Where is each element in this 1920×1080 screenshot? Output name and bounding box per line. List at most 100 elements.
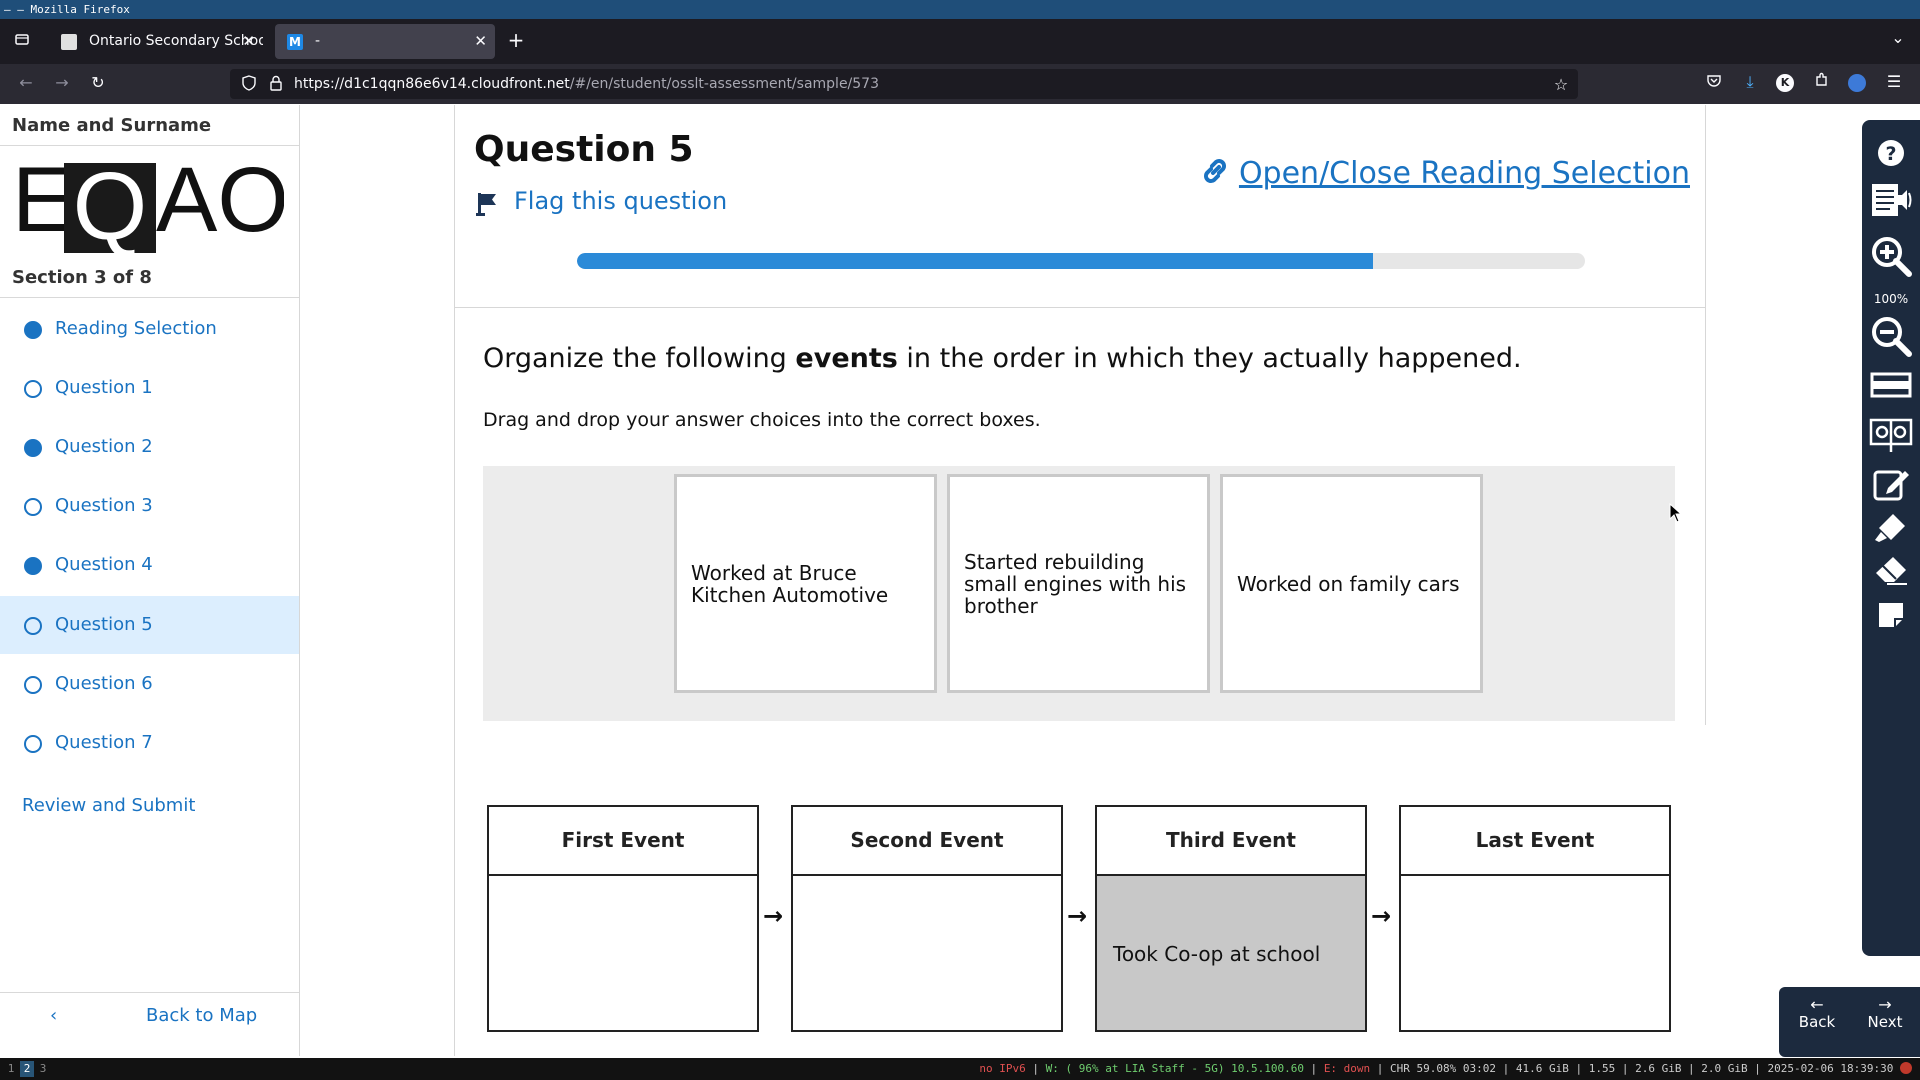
text-to-speech-icon[interactable]: [1862, 180, 1920, 222]
sticky-note-icon[interactable]: [1862, 600, 1920, 634]
answer-choice[interactable]: Worked at Bruce Kitchen Automotive: [674, 474, 937, 693]
section-label: Section 3 of 8: [12, 267, 152, 288]
tools-panel: ? 100%: [1862, 120, 1920, 956]
highlighter-icon[interactable]: [1862, 510, 1920, 548]
account-icon[interactable]: [1848, 74, 1866, 92]
url-text[interactable]: https://d1c1qqn86e6v14.cloudfront.net/#/…: [294, 69, 879, 99]
nav-item-label: Question 3: [55, 495, 153, 516]
mouse-cursor-icon: [1669, 502, 1683, 527]
open-close-reading-selection-link[interactable]: Open/Close Reading Selection: [1199, 155, 1690, 191]
back-button[interactable]: ← Back: [1787, 995, 1847, 1032]
tab-label: -: [315, 33, 321, 49]
svg-text:?: ?: [1885, 143, 1896, 165]
ethernet-status: E: down: [1323, 1062, 1371, 1075]
drop-slot-last-event[interactable]: Last Event: [1399, 805, 1671, 1032]
answer-choice[interactable]: Worked on family cars: [1220, 474, 1483, 693]
nav-item-question-4[interactable]: Question 4: [0, 536, 299, 594]
link-icon: [1203, 159, 1226, 183]
slot-drop-area[interactable]: Took Co-op at school: [1097, 876, 1365, 1030]
favicon-icon: M: [287, 34, 303, 50]
workspace-button[interactable]: 3: [36, 1061, 50, 1077]
workspace-button-active[interactable]: 2: [20, 1061, 34, 1077]
review-and-submit-link[interactable]: Review and Submit: [22, 795, 195, 816]
extensions-icon[interactable]: [1812, 72, 1832, 92]
bookmark-star-icon[interactable]: ☆: [1552, 75, 1570, 94]
nav-item-question-6[interactable]: Question 6: [0, 655, 299, 713]
help-icon[interactable]: ?: [1862, 138, 1920, 172]
nav-item-label: Question 1: [55, 377, 153, 398]
notepad-icon[interactable]: [1862, 466, 1920, 506]
divider: [0, 145, 299, 146]
zoom-level-readout: 100%: [1873, 292, 1909, 306]
back-next-nav: ← Back → Next: [1779, 987, 1920, 1057]
divider: [0, 992, 299, 993]
nav-item-question-1[interactable]: Question 1: [0, 359, 299, 417]
nav-item-question-2[interactable]: Question 2: [0, 418, 299, 476]
choice-text: Worked on family cars: [1237, 571, 1460, 596]
url-host: https://d1c1qqn86e6v14.cloudfront.net: [294, 76, 570, 92]
back-icon[interactable]: ←: [16, 73, 36, 92]
close-tab-icon[interactable]: ✕: [474, 24, 487, 59]
zoom-out-icon[interactable]: [1862, 314, 1920, 362]
nav-item-reading-selection[interactable]: Reading Selection: [0, 300, 299, 358]
extension-k-icon[interactable]: K: [1776, 74, 1794, 92]
drop-slot-first-event[interactable]: First Event: [487, 805, 759, 1032]
question-progress-bar: [577, 253, 1585, 269]
progress-dot-icon: [24, 380, 42, 398]
next-button[interactable]: → Next: [1855, 997, 1915, 1032]
pocket-icon[interactable]: [1704, 73, 1724, 93]
nav-item-label: Question 7: [55, 732, 153, 753]
flag-icon: [476, 193, 496, 216]
slot-drop-area[interactable]: [489, 876, 757, 1030]
slot-drop-area[interactable]: [1401, 876, 1669, 1030]
close-tab-icon[interactable]: ✕: [242, 24, 255, 59]
nav-item-question-5[interactable]: Question 5: [0, 596, 299, 654]
sidebar: Name and Surname E Q AO Section 3 of 8 R…: [0, 105, 300, 1056]
nav-item-label: Question 2: [55, 436, 153, 457]
slot-header: Second Event: [793, 807, 1061, 876]
forward-icon[interactable]: →: [52, 73, 72, 92]
progress-dot-icon: [24, 439, 42, 457]
divider: [454, 307, 1706, 308]
svg-text:AO: AO: [156, 155, 284, 251]
line-reader-icon[interactable]: [1862, 372, 1920, 402]
eraser-icon[interactable]: [1862, 554, 1920, 590]
zoom-in-icon[interactable]: [1862, 234, 1920, 282]
progress-dot-icon: [24, 557, 42, 575]
drop-slot-second-event[interactable]: Second Event: [791, 805, 1063, 1032]
back-to-map-button[interactable]: ‹ Back to Map: [0, 995, 299, 1040]
svg-text:Q: Q: [73, 155, 148, 253]
slot-drop-area[interactable]: [793, 876, 1061, 1030]
choice-text: Worked at Bruce Kitchen Automotive: [691, 560, 889, 607]
question-panel: Question 5 Flag this question Open/Close…: [454, 105, 1706, 1056]
drag-instruction: Drag and drop your answer choices into t…: [483, 409, 1041, 431]
workspace-button[interactable]: 1: [4, 1061, 18, 1077]
browser-tab[interactable]: Ontario Secondary School ✕: [49, 24, 263, 59]
list-tabs-icon[interactable]: ⌄: [1888, 28, 1908, 47]
arrow-left-icon: ←: [1810, 995, 1824, 1014]
nav-item-question-3[interactable]: Question 3: [0, 477, 299, 535]
new-tab-icon[interactable]: +: [506, 28, 526, 52]
tab-overview-icon[interactable]: [12, 31, 32, 51]
slot-header: Last Event: [1401, 807, 1669, 876]
window-title: – – Mozilla Firefox: [0, 0, 1920, 19]
option-eliminator-icon[interactable]: [1862, 418, 1920, 458]
browser-tab-active[interactable]: M - ✕: [275, 24, 495, 59]
progress-dot-icon: [24, 735, 42, 753]
reload-icon[interactable]: ↻: [88, 73, 108, 92]
status-readouts: no IPv6 | W: ( 96% at LIA Staff - 5G) 10…: [979, 1058, 1912, 1080]
shield-icon[interactable]: [240, 75, 258, 95]
answer-choice[interactable]: Started rebuilding small engines with hi…: [947, 474, 1210, 693]
nav-item-question-7[interactable]: Question 7: [0, 714, 299, 772]
prompt-emphasis: events: [795, 343, 898, 374]
choice-text: Started rebuilding small engines with hi…: [964, 549, 1187, 618]
downloads-icon[interactable]: ⤓: [1740, 72, 1760, 92]
menu-icon[interactable]: ☰: [1884, 72, 1904, 91]
url-bar[interactable]: https://d1c1qqn86e6v14.cloudfront.net/#/…: [230, 69, 1578, 99]
lock-icon[interactable]: [268, 75, 284, 95]
power-icon: [1900, 1062, 1912, 1074]
drop-slot-third-event[interactable]: Third Event Took Co-op at school: [1095, 805, 1367, 1032]
placed-answer-choice[interactable]: Took Co-op at school: [1113, 942, 1320, 966]
question-title: Question 5: [474, 129, 694, 170]
tab-label: Ontario Secondary School: [89, 33, 263, 49]
